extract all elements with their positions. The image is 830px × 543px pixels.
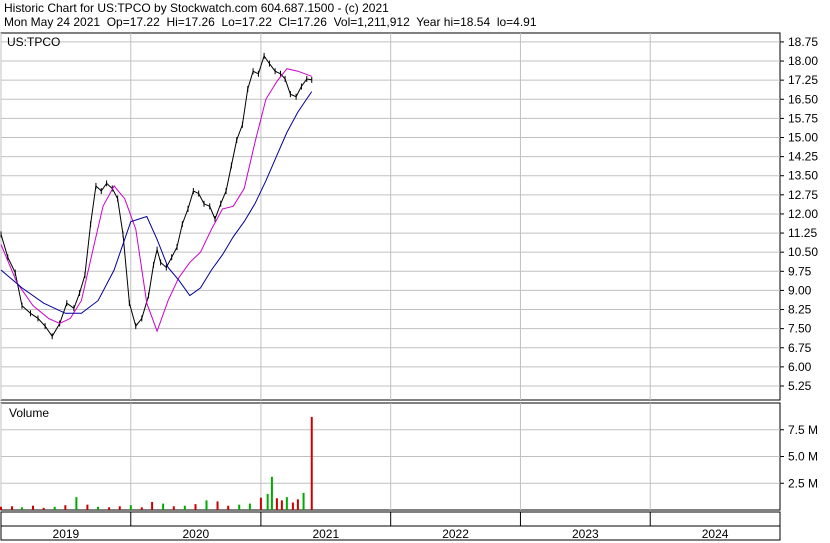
price-tick-label: 12.00	[788, 207, 818, 221]
volume-bar	[31, 505, 34, 510]
price-tick-label: 7.50	[788, 322, 812, 336]
volume-panel-label: Volume	[9, 406, 49, 420]
volume-bar	[86, 504, 89, 510]
price-tick-label: 18.75	[788, 35, 818, 49]
volume-panel: 7.5 M 5.0 M 2.5 M Volume	[0, 402, 818, 511]
year-tick-label: 2020	[182, 527, 209, 541]
volume-bar	[270, 476, 273, 510]
volume-bar	[11, 506, 14, 510]
volume-bar	[162, 503, 165, 510]
year-tick-label: 2021	[312, 527, 339, 541]
volume-tick-label: 5.0 M	[788, 450, 818, 464]
volume-bar	[140, 507, 143, 510]
year-axis: 2019 2020 2021 2022 2023 2024	[0, 511, 781, 541]
volume-bar	[183, 505, 186, 510]
year-tick-label: 2019	[53, 527, 80, 541]
price-tick-label: 9.75	[788, 264, 812, 278]
price-tick-label: 5.25	[788, 379, 812, 393]
year-tick-label: 2023	[572, 527, 599, 541]
volume-bar	[20, 507, 23, 510]
price-tick-label: 15.00	[788, 130, 818, 144]
volume-bar	[42, 507, 45, 510]
volume-bar	[118, 506, 121, 510]
volume-bar	[302, 492, 305, 510]
volume-tick-label: 2.5 M	[788, 476, 818, 490]
year-tick-label: 2024	[702, 527, 729, 541]
price-tick-label: 9.00	[788, 283, 812, 297]
price-tick-label: 13.50	[788, 169, 818, 183]
volume-bar	[64, 505, 67, 510]
year-tick-label: 2022	[442, 527, 469, 541]
volume-bar	[53, 506, 56, 510]
price-tick-label: 15.75	[788, 111, 818, 125]
price-tick-label: 12.75	[788, 188, 818, 202]
volume-bar	[238, 504, 241, 510]
price-panel-label: US:TPCO	[7, 35, 60, 49]
price-tick-label: 6.75	[788, 341, 812, 355]
price-tick-label: 6.00	[788, 360, 812, 374]
price-tick-label: 10.50	[788, 245, 818, 259]
volume-bar	[129, 505, 132, 510]
volume-bar	[275, 498, 278, 510]
volume-bar	[216, 501, 219, 510]
price-tick-label: 18.00	[788, 54, 818, 68]
price-tick-label: 14.25	[788, 150, 818, 164]
volume-bar	[97, 506, 100, 510]
chart-canvas: 18.75 18.00 17.25 16.50 15.75 15.00 14.25 13.50…	[0, 32, 818, 541]
price-tick-label: 8.25	[788, 303, 812, 317]
volume-tick-label: 7.5 M	[788, 423, 818, 437]
volume-bar	[310, 416, 313, 510]
price-tick-label: 17.25	[788, 73, 818, 87]
volume-bar	[227, 505, 230, 510]
volume-bar	[296, 499, 299, 510]
volume-bar	[0, 506, 2, 510]
volume-bar	[194, 504, 197, 510]
volume-bar	[280, 500, 283, 510]
volume-bar	[205, 500, 208, 510]
price-tick-label: 11.25	[788, 226, 817, 240]
volume-bar	[172, 506, 175, 510]
volume-bar	[248, 503, 251, 510]
price-tick-label: 16.50	[788, 92, 818, 106]
volume-bar	[285, 497, 288, 510]
volume-bar	[266, 493, 269, 510]
volume-bar	[259, 497, 262, 510]
chart-window: Historic Chart for US:TPCO by Stockwatch…	[0, 0, 830, 543]
volume-bar	[108, 507, 111, 510]
price-panel: 18.75 18.00 17.25 16.50 15.75 15.00 14.25 13.50…	[0, 32, 818, 401]
volume-bar	[151, 501, 154, 510]
volume-bar	[291, 502, 294, 510]
volume-bar	[75, 497, 78, 510]
